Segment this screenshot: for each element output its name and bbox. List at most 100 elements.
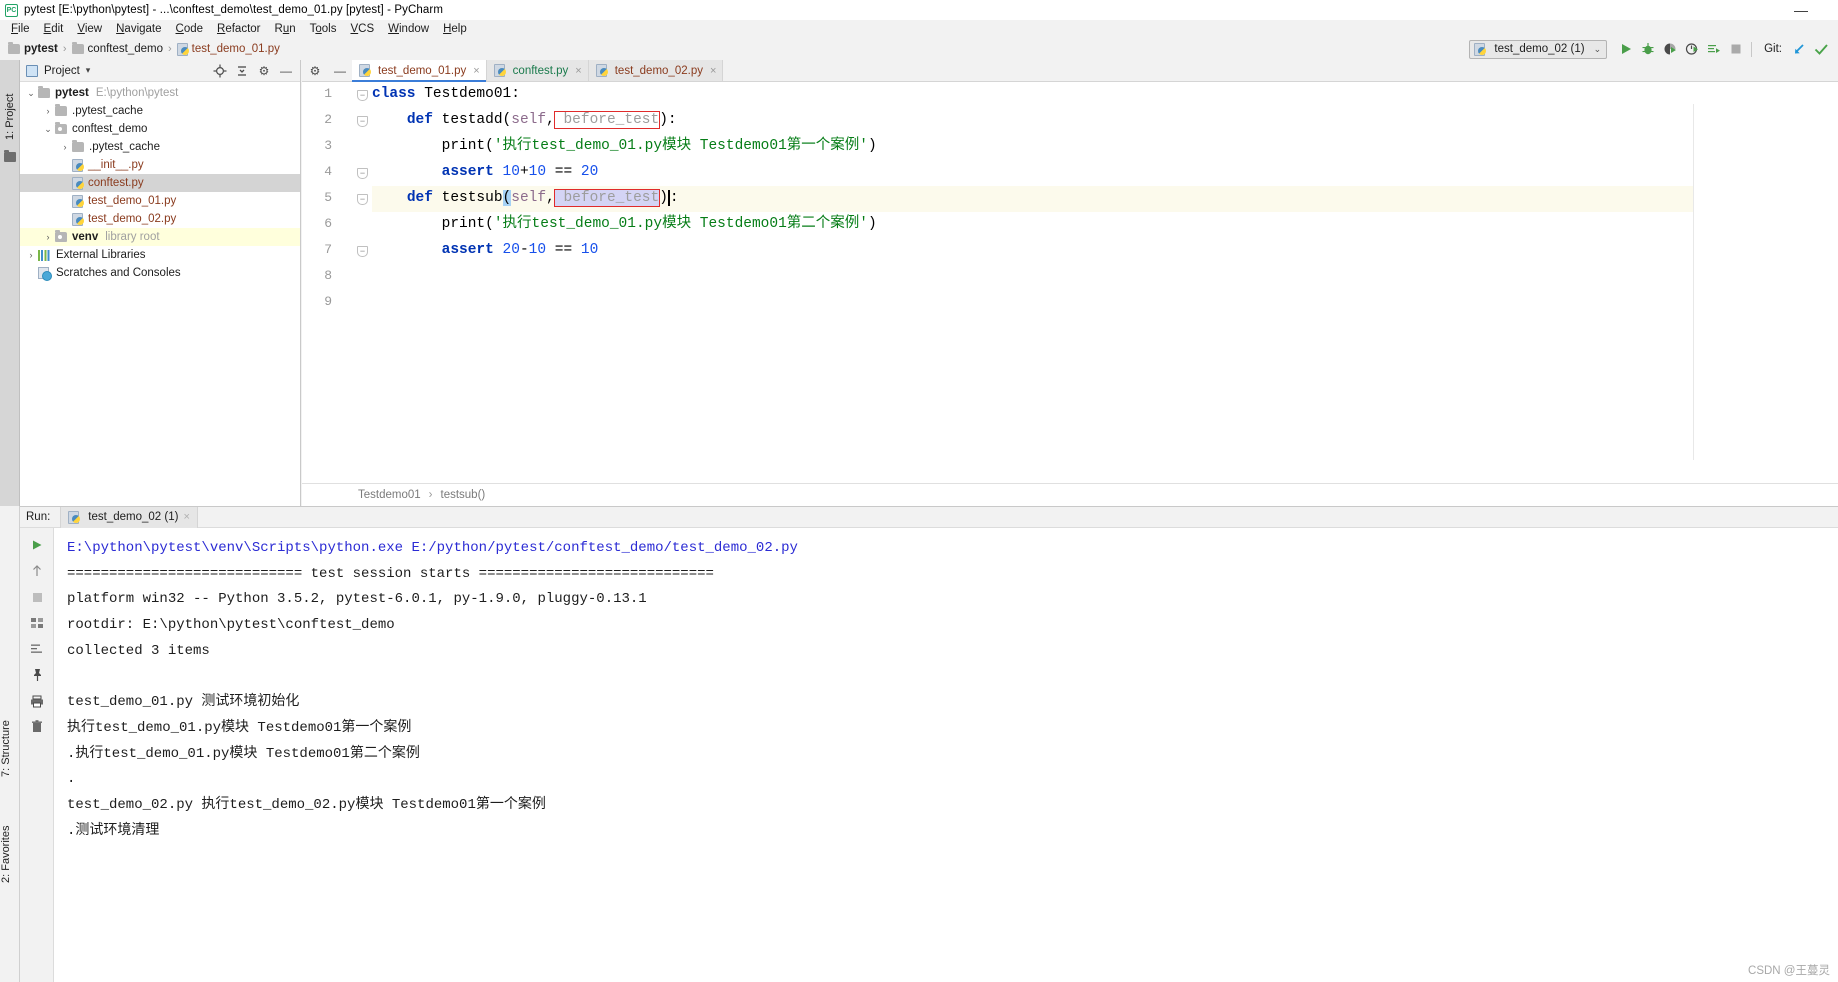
tree-item-label: pytest xyxy=(55,87,89,99)
run-configuration-selector[interactable]: test_demo_02 (1) ⌄ xyxy=(1469,39,1608,59)
collapse-all-icon[interactable] xyxy=(232,61,252,81)
print-button[interactable] xyxy=(20,688,54,714)
chevron-down-icon[interactable]: ▾ xyxy=(86,65,91,76)
menu-help[interactable]: Help xyxy=(436,20,474,38)
chevron-right-icon[interactable]: › xyxy=(58,142,72,152)
tree-item-subtext: E:\python\pytest xyxy=(95,87,179,99)
tree-item-conftest-demo[interactable]: ⌄ conftest_demo xyxy=(20,120,300,138)
menu-bar: File Edit View Navigate Code Refactor Run Tools… xyxy=(0,20,1838,38)
run-session-tab[interactable]: test_demo_02 (1) × xyxy=(60,506,198,528)
editor-breadcrumb: Testdemo01 › testsub() xyxy=(302,483,1838,506)
python-icon xyxy=(72,158,84,172)
breadcrumb-label: conftest_demo xyxy=(87,43,163,55)
show-test-tree-button[interactable] xyxy=(20,610,54,636)
chevron-down-icon[interactable]: ⌄ xyxy=(24,88,38,99)
debug-button[interactable] xyxy=(1637,39,1659,59)
tree-item-scratches-and-consoles[interactable]: Scratches and Consoles xyxy=(20,264,300,282)
tree-item-external-libraries[interactable]: › External Libraries xyxy=(20,246,300,264)
chevron-right-icon[interactable]: › xyxy=(41,106,55,116)
menu-code[interactable]: Code xyxy=(169,20,211,38)
sort-button[interactable] xyxy=(20,636,54,662)
breadcrumb-item-2[interactable]: test_demo_01.py xyxy=(176,42,280,56)
menu-file[interactable]: File xyxy=(4,20,37,38)
code-editor[interactable]: 1 2 3 4 5 6 7 8 9 − − − − − class Testdemo01: def tes… xyxy=(302,82,1838,483)
run-with-console-button[interactable] xyxy=(1703,39,1725,59)
close-icon[interactable]: × xyxy=(710,65,716,77)
close-icon[interactable]: × xyxy=(183,511,189,523)
tree-item-label: External Libraries xyxy=(56,249,146,261)
breadcrumb-item-0[interactable]: pytest xyxy=(8,42,58,55)
code-fold-toggle[interactable]: − xyxy=(357,168,368,179)
left-tool-window-strip: 1: Project xyxy=(0,60,20,506)
stop-process-button[interactable] xyxy=(20,584,54,610)
libraries-icon xyxy=(38,249,51,261)
code-fold-toggle[interactable]: − xyxy=(357,246,368,257)
tree-item--pytest-cache[interactable]: › .pytest_cache xyxy=(20,102,300,120)
code-fold-toggle[interactable]: − xyxy=(357,194,368,205)
settings-gear-icon[interactable]: ⚙ xyxy=(254,61,274,81)
breadcrumb-class[interactable]: Testdemo01 xyxy=(358,489,421,501)
chevron-down-icon[interactable]: ⌄ xyxy=(41,124,55,135)
console-output[interactable]: E:\python\pytest\venv\Scripts\python.exe… xyxy=(55,528,1838,982)
tree-item-pytest[interactable]: ⌄ pytest E:\python\pytest xyxy=(20,84,300,102)
menu-refactor[interactable]: Refactor xyxy=(210,20,267,38)
menu-view[interactable]: View xyxy=(70,20,109,38)
code-line-5: def testsub(self, before_test): xyxy=(406,189,679,207)
menu-tools[interactable]: Tools xyxy=(303,20,344,38)
menu-run[interactable]: Run xyxy=(268,20,303,38)
git-update-project-button[interactable] xyxy=(1788,39,1810,59)
git-commit-button[interactable] xyxy=(1810,39,1832,59)
profile-button[interactable] xyxy=(1681,39,1703,59)
breadcrumb-separator: › xyxy=(428,489,433,501)
menu-window[interactable]: Window xyxy=(381,20,436,38)
line-number: 5 xyxy=(324,190,332,205)
minimize-button[interactable]: — xyxy=(1790,2,1812,18)
tree-item-test-demo-02-py[interactable]: test_demo_02.py xyxy=(20,210,300,228)
breadcrumb-item-1[interactable]: conftest_demo xyxy=(71,42,163,55)
run-button[interactable] xyxy=(1615,39,1637,59)
tree-item-venv[interactable]: › venv library root xyxy=(20,228,300,246)
chevron-right-icon[interactable]: › xyxy=(24,250,38,260)
tree-item-test-demo-01-py[interactable]: test_demo_01.py xyxy=(20,192,300,210)
chevron-right-icon[interactable]: › xyxy=(41,232,55,242)
code-fold-toggle[interactable]: − xyxy=(357,90,368,101)
run-panel-header: Run: test_demo_02 (1) × xyxy=(20,506,1838,528)
console-line: .测试环境清理 xyxy=(67,822,160,839)
tree-item-subtext: library root xyxy=(105,231,160,243)
menu-vcs[interactable]: VCS xyxy=(343,20,381,38)
editor-settings-gear-icon[interactable]: ⚙ xyxy=(302,60,328,81)
scroll-up-button[interactable] xyxy=(20,558,54,584)
run-tool-window: Run: test_demo_02 (1) × E:\python\pytest… xyxy=(20,506,1838,982)
close-icon[interactable]: × xyxy=(473,65,479,77)
menu-navigate[interactable]: Navigate xyxy=(109,20,168,38)
tree-item-conftest-py[interactable]: conftest.py xyxy=(20,174,300,192)
editor-right-gutter xyxy=(1693,104,1838,460)
editor-tab-test-demo-01-py[interactable]: test_demo_01.py × xyxy=(352,60,487,82)
console-line: ============================ test sessio… xyxy=(67,565,714,582)
tool-window-tab-structure[interactable]: 7: Structure xyxy=(0,691,20,777)
clear-all-trash-icon[interactable] xyxy=(20,714,54,740)
close-icon[interactable]: × xyxy=(575,65,581,77)
project-tool-window: Project ▾ ⚙ — ⌄ pytest E:\python\pytest › .p… xyxy=(20,60,301,506)
breadcrumb-method[interactable]: testsub() xyxy=(441,489,486,501)
project-panel-header: Project ▾ ⚙ — xyxy=(20,60,300,82)
tool-window-tab-favorites[interactable]: 2: Favorites xyxy=(0,791,20,883)
editor-tab-test-demo-02-py[interactable]: test_demo_02.py × xyxy=(588,60,724,81)
run-panel-toolbar xyxy=(20,528,54,982)
tree-item--init-py[interactable]: __init__.py xyxy=(20,156,300,174)
pin-button[interactable] xyxy=(20,662,54,688)
line-number: 2 xyxy=(324,112,332,127)
rerun-button[interactable] xyxy=(20,532,54,558)
stop-button[interactable] xyxy=(1725,39,1747,59)
python-icon xyxy=(72,176,84,190)
code-fold-toggle[interactable]: − xyxy=(357,116,368,127)
menu-edit[interactable]: Edit xyxy=(37,20,71,38)
tree-item--pytest-cache[interactable]: › .pytest_cache xyxy=(20,138,300,156)
tool-window-tab-project[interactable]: 1: Project xyxy=(0,66,20,146)
hide-editor-icon[interactable]: — xyxy=(328,60,352,81)
hide-panel-icon[interactable]: — xyxy=(276,61,296,81)
run-with-coverage-button[interactable] xyxy=(1659,39,1681,59)
locate-target-icon[interactable] xyxy=(210,61,230,81)
line-number: 6 xyxy=(324,216,332,231)
editor-tab-conftest-py[interactable]: conftest.py × xyxy=(486,60,589,81)
